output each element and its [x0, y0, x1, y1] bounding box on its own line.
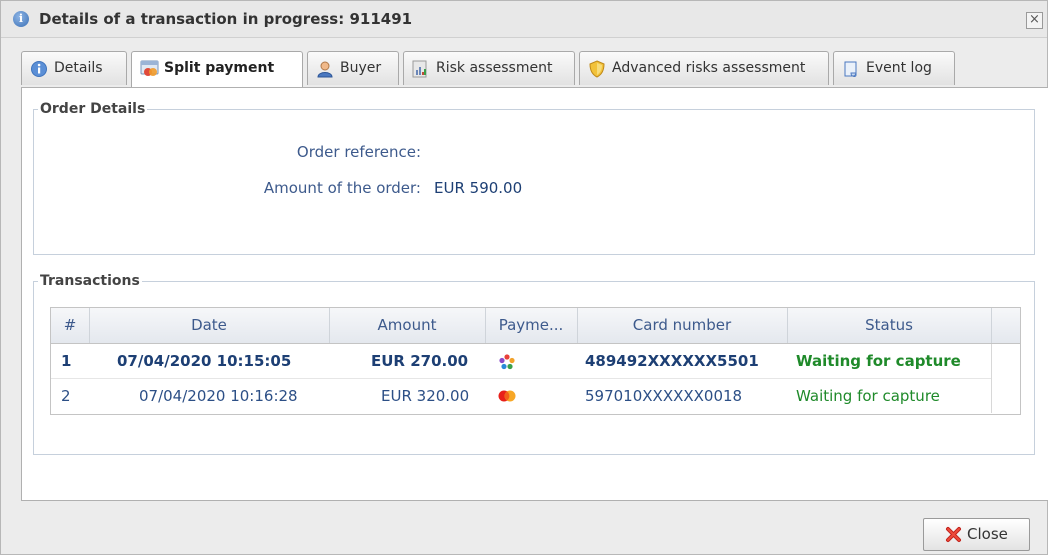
mastercard-icon: [498, 390, 516, 404]
transactions-legend: Transactions: [40, 273, 140, 289]
order-details-section: Order Details: [33, 101, 1035, 255]
column-header-amount[interactable]: Amount: [329, 308, 486, 343]
table-scroll-gutter: [991, 344, 1020, 413]
tab-label: Event log: [866, 60, 932, 76]
row-card-number: 489492XXXXXX5501: [585, 352, 759, 370]
column-header-spacer: [991, 308, 1019, 343]
row-number: 2: [61, 387, 71, 405]
row-amount: EUR 320.00: [381, 387, 470, 405]
row-status: Waiting for capture: [796, 387, 940, 405]
tab-advanced-risks-assessment[interactable]: Advanced risks assessment: [579, 51, 829, 85]
row-amount: EUR 270.00: [371, 352, 469, 370]
row-date: 07/04/2020 10:16:28: [139, 387, 298, 405]
window-close-icon[interactable]: ×: [1026, 12, 1043, 29]
order-reference-label: Order reference:: [296, 143, 421, 161]
row-number: 1: [61, 352, 72, 370]
window-titlebar[interactable]: i Details of a transaction in progress: …: [1, 1, 1047, 38]
wallet-flower-icon: [499, 354, 515, 370]
row-card-number: 597010XXXXXX0018: [585, 387, 743, 405]
row-status: Waiting for capture: [796, 352, 961, 370]
tab-label: Buyer: [340, 60, 382, 76]
transaction-details-window: i Details of a transaction in progress: …: [0, 0, 1048, 555]
tab-details[interactable]: Details: [21, 51, 127, 85]
order-amount-value: EUR 590.00: [434, 179, 523, 197]
close-icon: [945, 526, 962, 543]
column-header-date[interactable]: Date: [89, 308, 330, 343]
table-row[interactable]: 1 07/04/2020 10:15:05 EUR 270.00 489492X…: [51, 344, 991, 378]
transactions-table: # Date Amount Payme... Card number Statu…: [50, 307, 1021, 415]
table-row[interactable]: 2 07/04/2020 10:16:28 EUR 320.00 597010X…: [51, 379, 991, 413]
column-header-status[interactable]: Status: [787, 308, 992, 343]
tab-label: Risk assessment: [436, 60, 553, 76]
order-amount-label: Amount of the order:: [263, 179, 421, 197]
close-button-label: Close: [967, 525, 1008, 543]
info-icon: i: [13, 11, 29, 27]
row-date: 07/04/2020 10:15:05: [117, 352, 292, 370]
window-title: Details of a transaction in progress: 91…: [39, 10, 413, 28]
tab-label: Details: [54, 60, 103, 76]
column-header-card-number[interactable]: Card number: [577, 308, 788, 343]
buyer-icon: [316, 60, 334, 78]
tab-label: Advanced risks assessment: [612, 60, 806, 76]
info-icon: [30, 60, 48, 78]
tab-label: Split payment: [164, 60, 275, 76]
close-button[interactable]: Close: [923, 518, 1030, 551]
risk-chart-icon: [412, 60, 430, 78]
tab-risk-assessment[interactable]: Risk assessment: [403, 51, 575, 85]
shield-icon: [588, 60, 606, 78]
tab-buyer[interactable]: Buyer: [307, 51, 399, 85]
tab-event-log[interactable]: Event log: [833, 51, 955, 85]
column-header-payment[interactable]: Payme...: [485, 308, 578, 343]
split-payment-icon: [140, 60, 159, 78]
column-header-number[interactable]: #: [51, 308, 90, 343]
tab-split-payment[interactable]: Split payment: [131, 51, 303, 89]
order-details-legend: Order Details: [40, 101, 146, 117]
scroll-icon: [842, 60, 860, 78]
table-header: # Date Amount Payme... Card number Statu…: [51, 308, 1020, 344]
